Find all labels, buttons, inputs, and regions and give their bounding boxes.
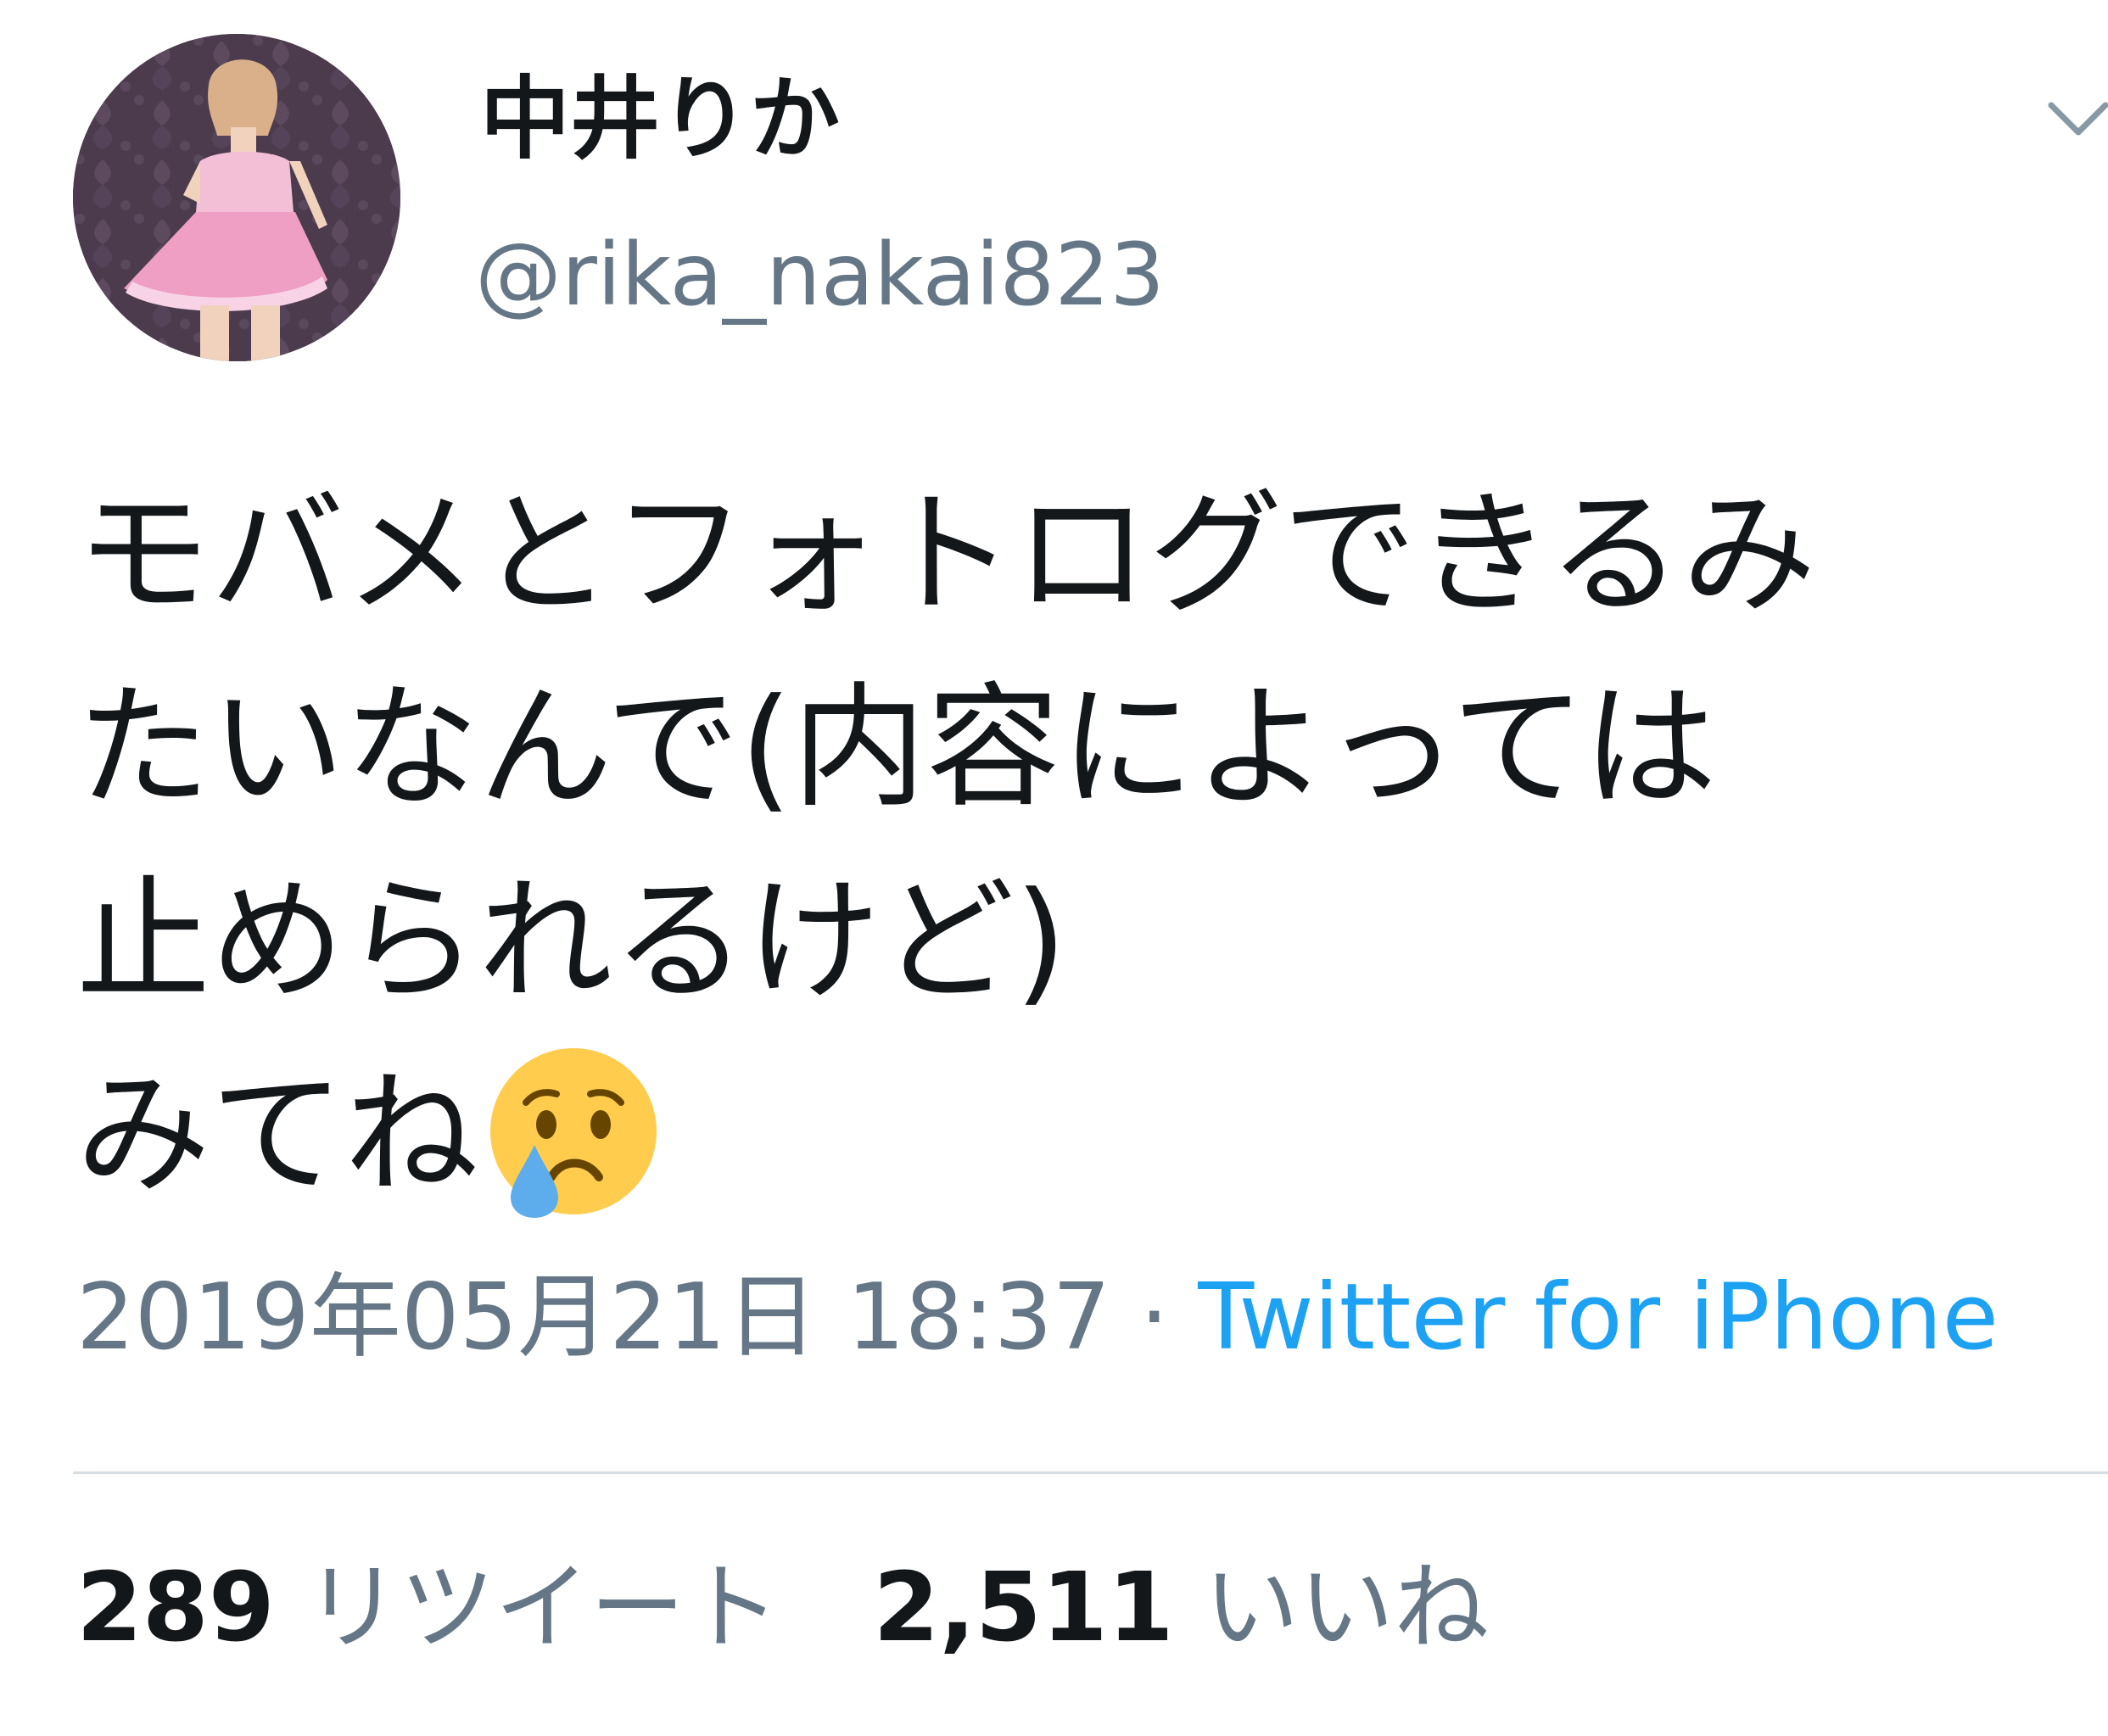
avatar-image bbox=[73, 34, 400, 361]
divider bbox=[73, 1471, 2108, 1474]
likes-label: いいね bbox=[1204, 1553, 1490, 1663]
display-name[interactable]: 中井りか bbox=[480, 75, 840, 165]
likes-stat[interactable]: 2,511 いいね bbox=[873, 1553, 1489, 1663]
tweet-text-line: たいなんで(内容によっては bbox=[76, 670, 1717, 826]
tweet-text-fragment: みてね bbox=[76, 1057, 478, 1213]
tweet-meta: 2019年05月21日 18:37 · Twitter for iPhone bbox=[76, 1272, 1999, 1364]
likes-count: 2,511 bbox=[873, 1553, 1174, 1663]
retweets-stat[interactable]: 289 リツイート bbox=[76, 1553, 780, 1663]
tweet-text-line-last: みてね bbox=[76, 1038, 2078, 1231]
tweet-card: 中井りか @rika_nakai823 モバメとフォトログできるみ たいなんで(… bbox=[0, 0, 2108, 1736]
retweets-label: リツイート bbox=[305, 1553, 780, 1663]
tweet-text-line: 止められるけど) bbox=[76, 863, 1067, 1019]
crying-face-icon bbox=[490, 1048, 657, 1218]
tweet-stats: 289 リツイート 2,511 いいね bbox=[76, 1560, 1489, 1655]
tweet-timestamp[interactable]: 2019年05月21日 18:37 bbox=[76, 1264, 1110, 1370]
tweet-text-line: モバメとフォトログできるみ bbox=[76, 477, 1816, 633]
retweets-count: 289 bbox=[76, 1553, 275, 1663]
avatar[interactable] bbox=[73, 34, 400, 361]
chevron-down-icon[interactable] bbox=[2046, 95, 2108, 146]
tweet-text: モバメとフォトログできるみ たいなんで(内容によっては 止められるけど) みてね bbox=[76, 458, 2078, 1231]
tweet-source-link[interactable]: Twitter for iPhone bbox=[1198, 1264, 1999, 1370]
user-handle[interactable]: @rika_nakai823 bbox=[475, 232, 1165, 319]
meta-separator: · bbox=[1110, 1264, 1199, 1370]
